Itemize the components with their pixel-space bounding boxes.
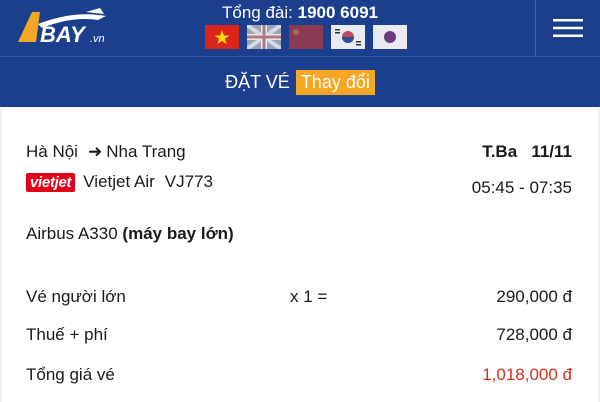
- total-row: Tổng giá vé 1,018,000 đ: [26, 365, 572, 385]
- tax-fee-label: Thuế + phí: [26, 325, 108, 344]
- hotline-label: Tổng đài:: [222, 3, 293, 22]
- aircraft-row: Airbus A330 (máy bay lớn): [26, 224, 572, 244]
- booking-bar: ĐẶT VÉ Thay đổi: [0, 57, 600, 107]
- vietjet-logo-icon: vietjet: [26, 172, 76, 192]
- adult-fare-price: 290,000 đ: [496, 287, 572, 306]
- flight-date-value: 11/11: [531, 142, 572, 161]
- svg-text:BAY: BAY: [40, 22, 87, 47]
- svg-text:.vn: .vn: [90, 33, 105, 45]
- airline-name: Vietjet Air: [83, 172, 155, 191]
- header: BAY .vn Tổng đài: 1900 6091: [0, 0, 600, 57]
- route-row: Hà Nội ➜ Nha Trang T.Ba 11/11: [26, 142, 572, 162]
- japan-flag-icon[interactable]: [373, 25, 407, 49]
- vietnam-flag-icon[interactable]: [205, 25, 239, 49]
- china-flag-icon[interactable]: [289, 25, 323, 49]
- flight-time: 05:45 - 07:35: [471, 178, 572, 197]
- hotline: Tổng đài: 1900 6091: [0, 3, 600, 23]
- booking-summary-card: Hà Nội ➜ Nha Trang T.Ba 11/11 vietjet Vi…: [2, 108, 598, 402]
- hotline-number[interactable]: 1900 6091: [298, 3, 378, 22]
- origin-city: Hà Nội: [26, 142, 78, 161]
- total-label: Tổng giá vé: [26, 365, 115, 384]
- korea-flag-icon[interactable]: [331, 25, 365, 49]
- adult-quantity: x 1 =: [290, 287, 328, 306]
- uk-flag-icon[interactable]: [247, 25, 281, 49]
- aircraft-note: (máy bay lớn): [122, 224, 234, 243]
- change-button[interactable]: Thay đổi: [295, 69, 375, 95]
- total-price: 1,018,000 đ: [482, 365, 572, 384]
- tax-fee-price: 728,000 đ: [496, 325, 572, 344]
- flight-code: VJ773: [164, 172, 213, 191]
- adult-fare-row: Vé người lớn x 1 = 290,000 đ: [26, 287, 572, 307]
- arrow-right-icon: ➜: [87, 142, 103, 161]
- destination-city: Nha Trang: [106, 142, 186, 161]
- aircraft-model: Airbus A330: [26, 224, 118, 243]
- hamburger-menu-button[interactable]: [535, 0, 600, 56]
- flight-day: T.Ba: [482, 142, 518, 161]
- tax-fee-row: Thuế + phí 728,000 đ: [26, 325, 572, 345]
- language-flags: [205, 25, 407, 49]
- adult-fare-label: Vé người lớn: [26, 287, 126, 306]
- hamburger-menu-icon: [553, 19, 583, 37]
- booking-title: ĐẶT VÉ: [225, 71, 290, 92]
- flight-date: T.Ba 11/11: [482, 142, 572, 162]
- airline-row: vietjet Vietjet Air VJ773 05:45 - 07:35: [26, 172, 572, 197]
